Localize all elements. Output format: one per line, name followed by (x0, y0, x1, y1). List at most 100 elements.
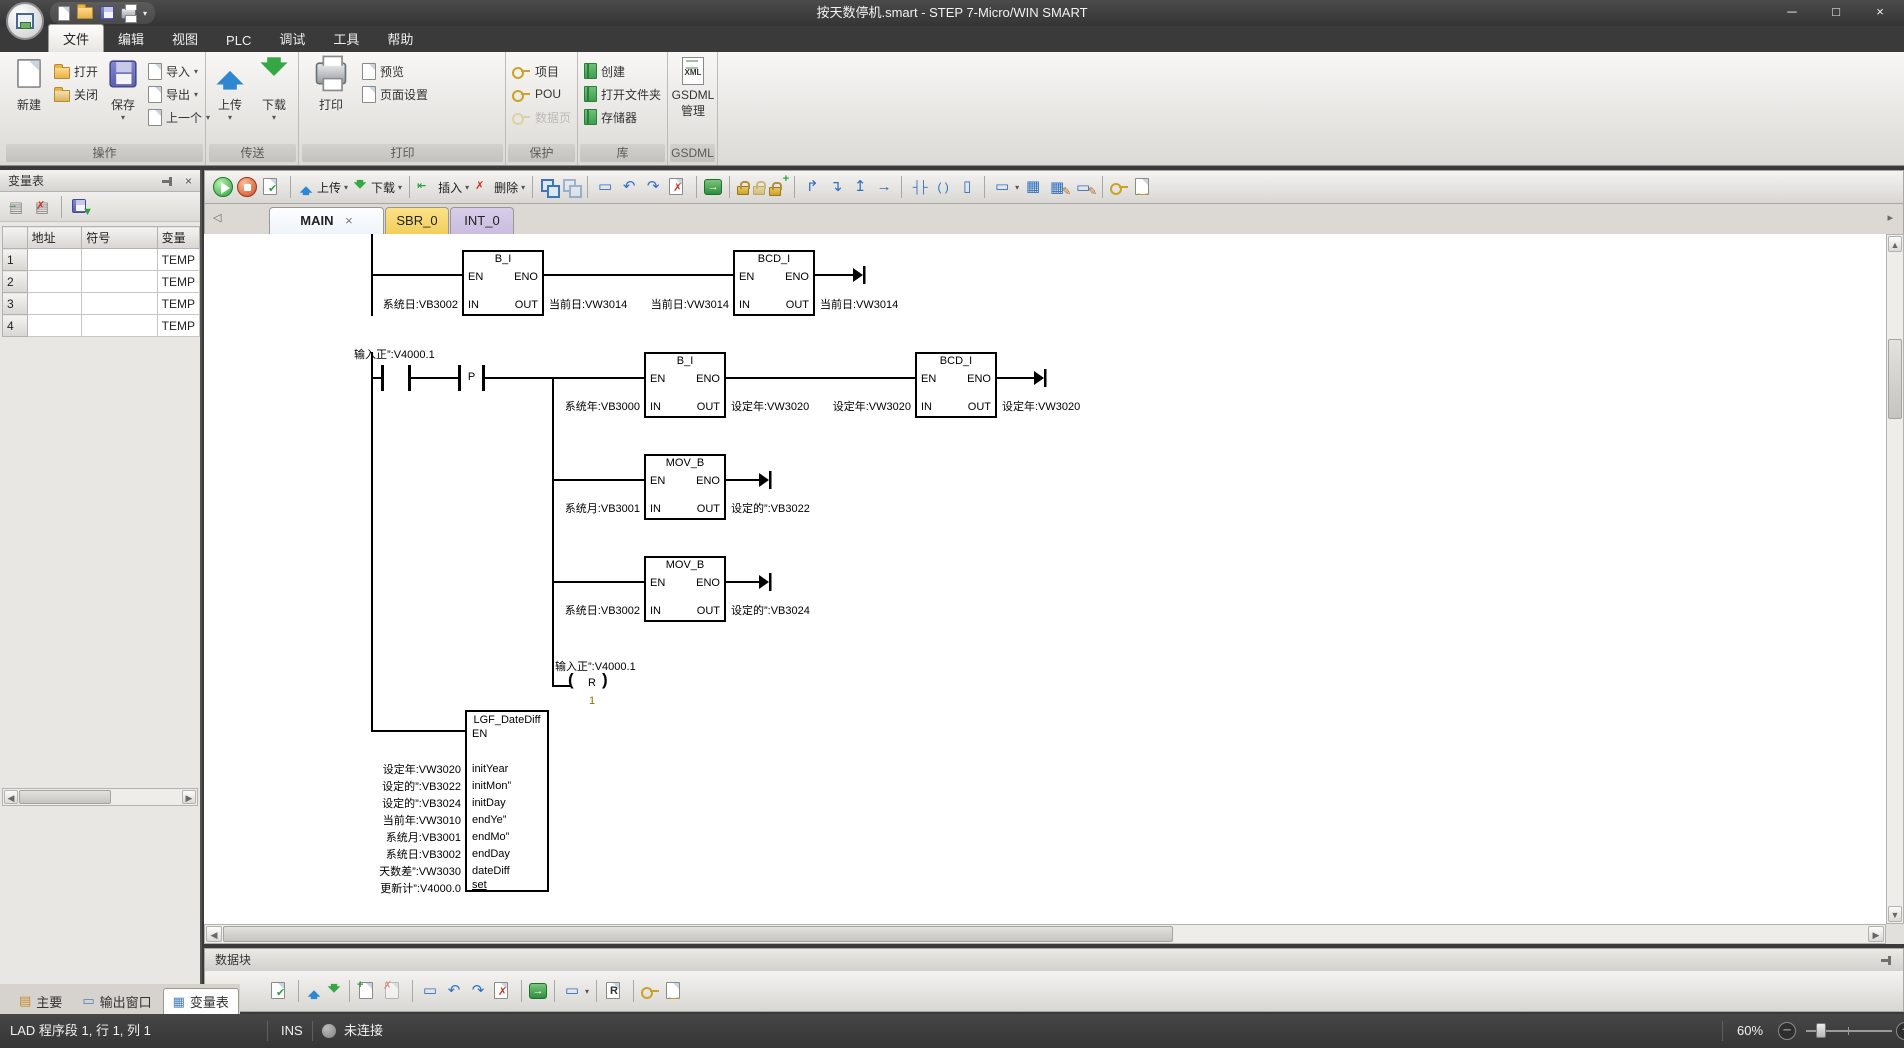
show-project-tree-button[interactable] (540, 178, 558, 196)
scroll-right-icon[interactable]: ▶ (182, 790, 196, 804)
protect-project-button[interactable]: 项目 (512, 60, 559, 82)
tab-sbr0[interactable]: SBR_0 (385, 207, 449, 234)
fb-box-mov-b[interactable]: MOV_B ENENO INOUT (644, 454, 726, 520)
scroll-right-icon[interactable]: ▶ (1868, 926, 1884, 942)
print-icon[interactable] (121, 8, 136, 19)
menu-tab-file[interactable]: 文件 (48, 24, 104, 52)
table-row[interactable]: 1 TEMP (3, 249, 200, 271)
reset-coil[interactable]: R (583, 677, 601, 689)
symbol-cell[interactable] (82, 315, 157, 337)
goto-button[interactable]: → (529, 983, 547, 999)
export-button[interactable]: 导出▾ (148, 83, 198, 105)
col-header-variable[interactable]: 变量 (157, 227, 199, 249)
insert-branch-up-button[interactable]: ↱ (802, 177, 822, 197)
delete-selection-button[interactable]: ✗ (492, 980, 514, 1002)
fb-box-mov-b[interactable]: MOV_B ENENO INOUT (644, 556, 726, 622)
pou-properties-button[interactable]: ▭ (420, 981, 440, 1001)
operand-label[interactable]: 更新计”:V4000.0 (311, 880, 461, 896)
operand-label[interactable]: 设定年:VW3020 (311, 761, 461, 777)
operand-label[interactable]: 系统日:VB3002 (490, 602, 640, 618)
operand-label[interactable]: 设定的”:VB3024 (731, 602, 810, 618)
compile-button[interactable]: ✔ (261, 176, 283, 198)
download-button[interactable]: 下载 ▾ (251, 56, 297, 122)
insert-network-button[interactable]: ⇤插入▾ (417, 176, 469, 198)
menu-tab-tools[interactable]: 工具 (319, 25, 373, 52)
fb-box-b-i[interactable]: B_I ENENO INOUT (644, 352, 726, 418)
download-toolbar-button[interactable]: 下载▾ (352, 178, 402, 197)
tab-close-icon[interactable]: × (345, 213, 353, 228)
operand-label[interactable]: 系统日:VB3002 (311, 846, 461, 862)
dock-tab-main[interactable]: ▤主要 (10, 988, 71, 1014)
maximize-button[interactable]: □ (1814, 0, 1858, 26)
save-button[interactable]: 保存 ▾ (100, 56, 146, 122)
operand-label[interactable]: 当前日:VW3014 (820, 296, 898, 312)
download-button[interactable] (328, 983, 341, 998)
edit-address-button[interactable]: ▭✎ (1073, 176, 1095, 198)
table-row[interactable]: 3 TEMP (3, 293, 200, 315)
print-button[interactable]: 打印 (308, 56, 354, 113)
operand-label[interactable]: 系统月:VB3001 (490, 500, 640, 516)
protect-button[interactable] (1110, 181, 1129, 193)
operand-label[interactable]: 当前年:VW3010 (311, 812, 461, 828)
menu-tab-view[interactable]: 视图 (158, 25, 212, 52)
qat-customize-caret-icon[interactable]: ▾ (143, 9, 147, 18)
lock-icon[interactable] (737, 186, 749, 195)
insert-coil-button[interactable]: ( ) (933, 177, 953, 197)
dock-tab-vartable[interactable]: ▦变量表 (163, 988, 239, 1014)
run-button[interactable] (213, 177, 233, 197)
menu-tab-edit[interactable]: 编辑 (104, 25, 158, 52)
library-memory-button[interactable]: 存储器 (584, 106, 637, 128)
menu-tab-help[interactable]: 帮助 (373, 25, 427, 52)
new-button[interactable]: 新建 (6, 56, 52, 113)
pou-properties-button[interactable]: ▭ (595, 177, 615, 197)
new-document-icon[interactable] (58, 6, 70, 21)
insert-vertical-line-button[interactable]: ↥ (850, 177, 870, 197)
upload-button[interactable] (308, 983, 321, 998)
zoom-out-button[interactable]: ─ (1778, 1022, 1796, 1040)
delete-network-button[interactable]: ✗删除▾ (473, 176, 525, 198)
close-button[interactable]: × (1858, 0, 1902, 26)
symbol-cell[interactable] (82, 271, 157, 293)
tab-scroll-left-icon[interactable]: ◁ (213, 211, 221, 224)
previous-button[interactable]: 上一个▾ (148, 106, 210, 128)
zoom-in-button[interactable]: + (1896, 1022, 1904, 1040)
coil-count-value[interactable]: 1 (584, 695, 600, 707)
dock-tab-output[interactable]: ▭输出窗口 (73, 988, 160, 1014)
open-file-icon[interactable] (77, 7, 93, 19)
address-cell[interactable] (27, 315, 82, 337)
close-panel-icon[interactable]: × (185, 170, 192, 192)
redo-button[interactable]: ↷ (468, 981, 488, 1001)
pin-panel-icon[interactable] (1880, 953, 1893, 966)
editor-horizontal-scrollbar[interactable]: ◀ ▶ (204, 924, 1886, 944)
menu-tab-plc[interactable]: PLC (212, 29, 265, 52)
type-cell[interactable]: TEMP (157, 293, 199, 315)
import-button[interactable]: 导入▾ (148, 60, 198, 82)
protect-pou-button[interactable]: POU (512, 83, 561, 105)
operand-label[interactable]: 系统年:VB3000 (490, 398, 640, 414)
col-header-symbol[interactable]: 符号 (82, 227, 157, 249)
operand-label[interactable]: 设定的”:VB3022 (311, 778, 461, 794)
operand-label[interactable]: 设定的”:VB3022 (731, 500, 810, 516)
zoom-slider-thumb[interactable] (1816, 1023, 1826, 1038)
hide-project-tree-button[interactable] (562, 178, 580, 196)
preview-button[interactable]: 预览 (362, 60, 404, 82)
col-header-address[interactable]: 地址 (27, 227, 82, 249)
stop-button[interactable] (237, 177, 257, 197)
upload-toolbar-button[interactable]: 上传▾ (298, 178, 348, 197)
address-cell[interactable] (27, 293, 82, 315)
delete-selection-button[interactable]: ✗ (667, 176, 689, 198)
tab-int0[interactable]: INT_0 (450, 207, 514, 234)
close-button[interactable]: 关闭 (54, 83, 98, 105)
contact-bar[interactable] (381, 365, 384, 391)
scroll-left-icon[interactable]: ◀ (206, 926, 222, 942)
operand-label[interactable]: 设定年:VW3020 (1002, 398, 1080, 414)
fb-box-b-i[interactable]: B_I ENENO INOUT (462, 250, 544, 316)
table-row[interactable]: 2 TEMP (3, 271, 200, 293)
contact-operand-label[interactable]: 输入正”:V4000.1 (354, 346, 435, 362)
type-cell[interactable]: TEMP (157, 271, 199, 293)
operand-label[interactable]: 设定年:VW3020 (761, 398, 911, 414)
library-create-button[interactable]: 创建 (584, 60, 625, 82)
address-display-button[interactable]: ▭▾ (562, 981, 589, 1001)
insert-horizontal-line-button[interactable]: → (874, 177, 894, 197)
save-icon[interactable] (100, 6, 114, 20)
